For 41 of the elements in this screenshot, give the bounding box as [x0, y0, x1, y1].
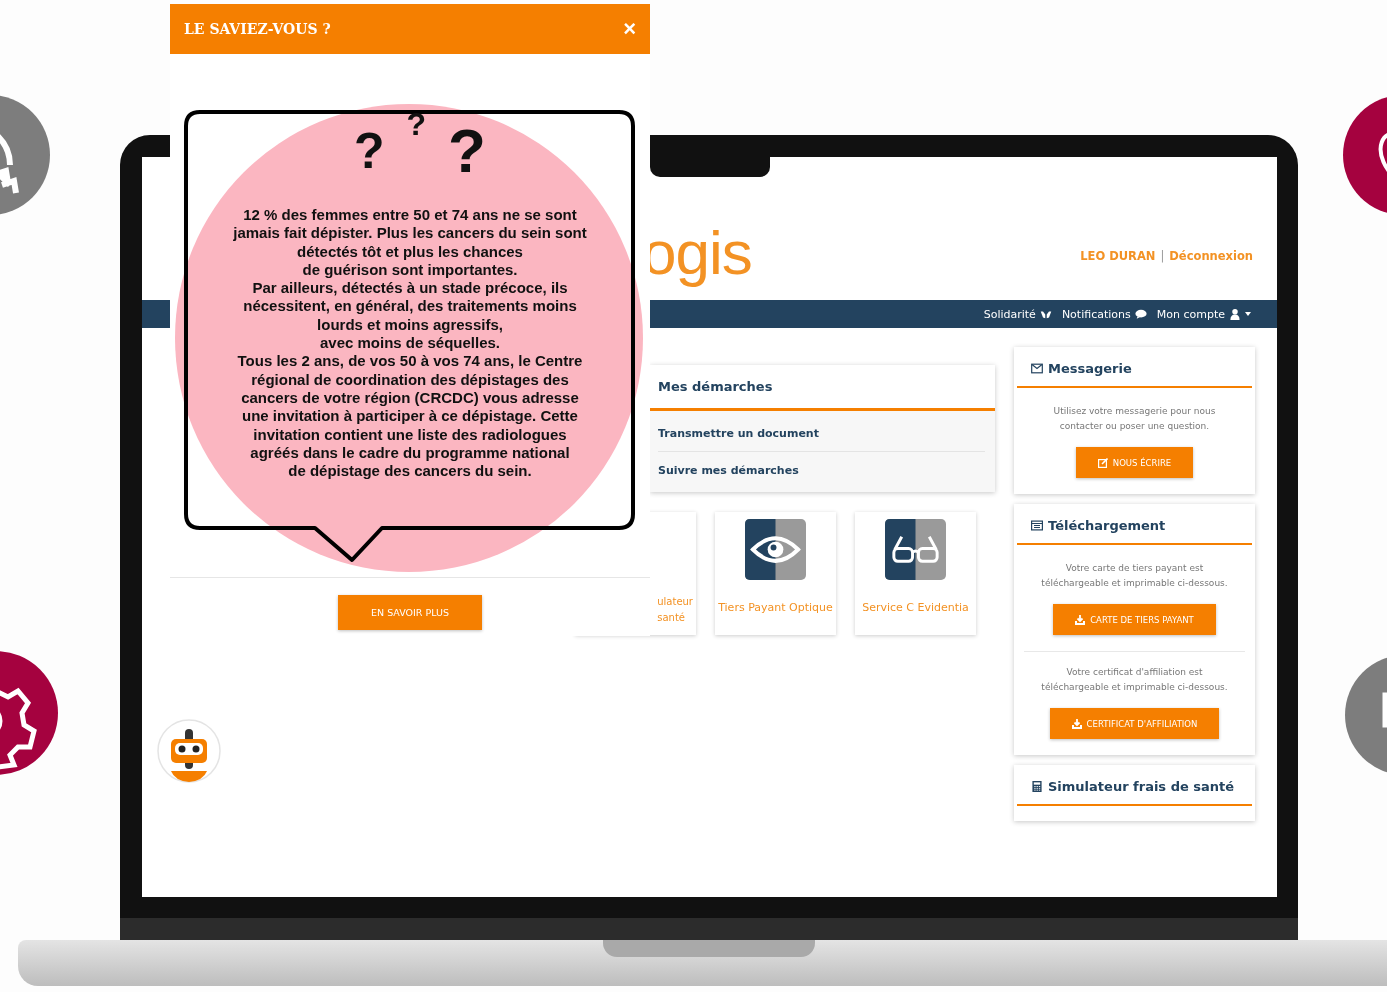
glasses-icon: [885, 518, 946, 580]
nav-item[interactable]: Notifications: [1061, 307, 1147, 321]
card-title: Messagerie: [1048, 361, 1132, 376]
download-icon: [1071, 718, 1082, 729]
tile-label: Service C Evidentia: [862, 600, 969, 616]
card-title: Simulateur frais de santé: [1048, 779, 1235, 794]
speech-bubble-icon: [1134, 308, 1147, 320]
calculator-icon: [1031, 781, 1043, 792]
separator-text: |: [1160, 248, 1165, 263]
edit-icon: [1097, 457, 1108, 468]
service-tile[interactable]: Tiers Payant Optique: [715, 512, 836, 635]
question-mark: ?: [406, 108, 427, 140]
tile-label: ulateur santé: [657, 595, 693, 625]
download-button[interactable]: CARTE DE TIERS PAYANT: [1053, 604, 1216, 635]
learn-more-button[interactable]: EN SAVOIR PLUS: [338, 595, 482, 630]
user-name-link[interactable]: LEO DURAN: [1080, 248, 1156, 263]
card-title: Téléchargement: [1048, 518, 1166, 533]
close-button[interactable]: ×: [619, 16, 640, 42]
download-button[interactable]: CERTIFICAT D'AFFILIATION: [1049, 708, 1220, 739]
nav-item[interactable]: Solidarité: [983, 307, 1052, 321]
eye-icon: [745, 518, 806, 580]
popup-text: 12 % des femmes entre 50 et 74 ans ne se sont jamais fait dépister. Plus les cancers du sein sont détectés tôt et plus les chances de guérison sont importantes. Par ailleurs, détectés à un stade précoce, ils nécessitent, en général, des traitements moins lourds et moins agressifs, avec moins de séquelles. Tous les 2 ans, de vos 50 à vos 74 ans, le Centre régional de coordination des dépistages des cancers de votre région (CRCDC) vous adresse une invitation à participer à ce dépistage. Cette invitation contient une liste des radiologues agréés dans le cadre du programme national de dépistage des cancers du sein.: [233, 206, 587, 481]
write-button[interactable]: NOUS ÉCRIRE: [1075, 447, 1194, 478]
caret-icon: [1245, 312, 1251, 316]
service-tile[interactable]: Service C Evidentia: [855, 512, 976, 635]
popup-title: LE SAVIEZ-VOUS ?: [184, 21, 331, 37]
nav-item[interactable]: Mon compte: [1156, 307, 1251, 321]
card-text: Utilisez votre messagerie pour nous contacter ou poser une question.: [1053, 405, 1216, 433]
user-icon: [1229, 308, 1241, 320]
card-text: Votre carte de tiers payant est téléchargeable et imprimable ci-dessous.: [1041, 562, 1228, 590]
question-mark: ?: [354, 126, 385, 176]
envelope-icon: [1031, 363, 1043, 374]
download-icon: [1075, 614, 1086, 625]
demarche-link[interactable]: Transmettre un document: [658, 415, 985, 451]
tile-label: Tiers Payant Optique: [718, 600, 833, 616]
card-text: Votre certificat d'affiliation est téléchargeable et imprimable ci-dessous.: [1041, 666, 1228, 694]
question-mark: ?: [448, 120, 486, 182]
logout-link[interactable]: Déconnexion: [1169, 248, 1253, 263]
demarche-link[interactable]: Suivre mes démarches: [658, 451, 985, 488]
robot-avatar-icon[interactable]: [157, 719, 221, 783]
list-icon: [1031, 520, 1043, 531]
